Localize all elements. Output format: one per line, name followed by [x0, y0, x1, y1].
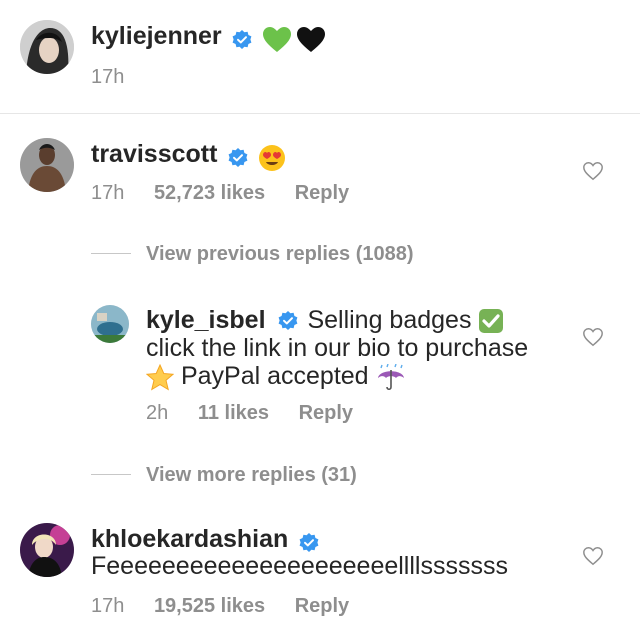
reply-line-3: PayPal accepted	[146, 362, 528, 391]
username-travisscott[interactable]: travisscott	[91, 140, 217, 168]
timestamp: 17h	[91, 595, 125, 617]
thread-line	[91, 253, 131, 254]
heart-eyes-emoji-icon	[259, 144, 286, 171]
username-khloekardashian[interactable]: khloekardashian	[91, 525, 288, 553]
username-kyle-isbel[interactable]: kyle_isbel	[146, 306, 266, 334]
comment-header: travisscott	[91, 140, 286, 172]
reply-meta: 2h 11 likes Reply	[146, 402, 377, 425]
verified-badge-icon	[232, 29, 252, 49]
thread-line	[91, 474, 131, 475]
reply-button[interactable]: Reply	[299, 402, 353, 424]
comment-text: Feeeeeeeeeeeeeeeeeeeeellllsssssss	[91, 552, 508, 580]
verified-badge-icon	[228, 147, 248, 167]
reply-text-line-2: click the link in our bio to purchase	[146, 334, 529, 363]
reply-button[interactable]: Reply	[295, 182, 349, 204]
reply-line-1: kyle_isbel Selling badges	[146, 306, 528, 334]
reply-comment: kyle_isbel Selling badges click the link…	[146, 306, 528, 392]
reply-text-line-1: Selling badges	[307, 306, 472, 334]
likes-count[interactable]: 52,723 likes	[154, 182, 265, 204]
reply-button[interactable]: Reply	[295, 595, 349, 617]
star-icon	[146, 364, 174, 391]
timestamp: 17h	[91, 182, 125, 204]
post-meta: 17h	[91, 66, 148, 89]
reply-text-line-3: PayPal accepted	[180, 362, 369, 391]
view-previous-replies-button[interactable]: View previous replies (1088)	[146, 243, 414, 266]
green-heart-icon	[262, 26, 291, 52]
avatar-travisscott[interactable]	[20, 138, 74, 192]
username-kyliejenner[interactable]: kyliejenner	[91, 22, 222, 50]
divider	[0, 113, 640, 114]
verified-badge-icon	[279, 311, 298, 331]
comment-header: khloekardashian	[91, 525, 325, 554]
view-more-replies-button[interactable]: View more replies (31)	[146, 464, 357, 487]
like-heart-icon[interactable]	[582, 545, 604, 567]
umbrella-with-rain-icon	[377, 363, 404, 390]
avatar-kyle-isbel[interactable]	[91, 305, 129, 343]
check-mark-button-icon	[479, 309, 504, 334]
like-heart-icon[interactable]	[582, 160, 604, 182]
avatar-khloekardashian[interactable]	[20, 523, 74, 577]
timestamp: 2h	[146, 402, 169, 424]
verified-badge-icon	[299, 532, 319, 552]
likes-count[interactable]: 19,525 likes	[154, 595, 265, 617]
comment-meta: 17h 19,525 likes Reply	[91, 595, 373, 618]
like-heart-icon[interactable]	[582, 326, 604, 348]
likes-count[interactable]: 11 likes	[198, 402, 269, 424]
black-heart-icon	[297, 26, 325, 52]
timestamp: 17h	[91, 66, 125, 88]
avatar-kyliejenner[interactable]	[20, 20, 74, 74]
comment-meta: 17h 52,723 likes Reply	[91, 182, 373, 205]
post-header: kyliejenner	[91, 22, 325, 53]
